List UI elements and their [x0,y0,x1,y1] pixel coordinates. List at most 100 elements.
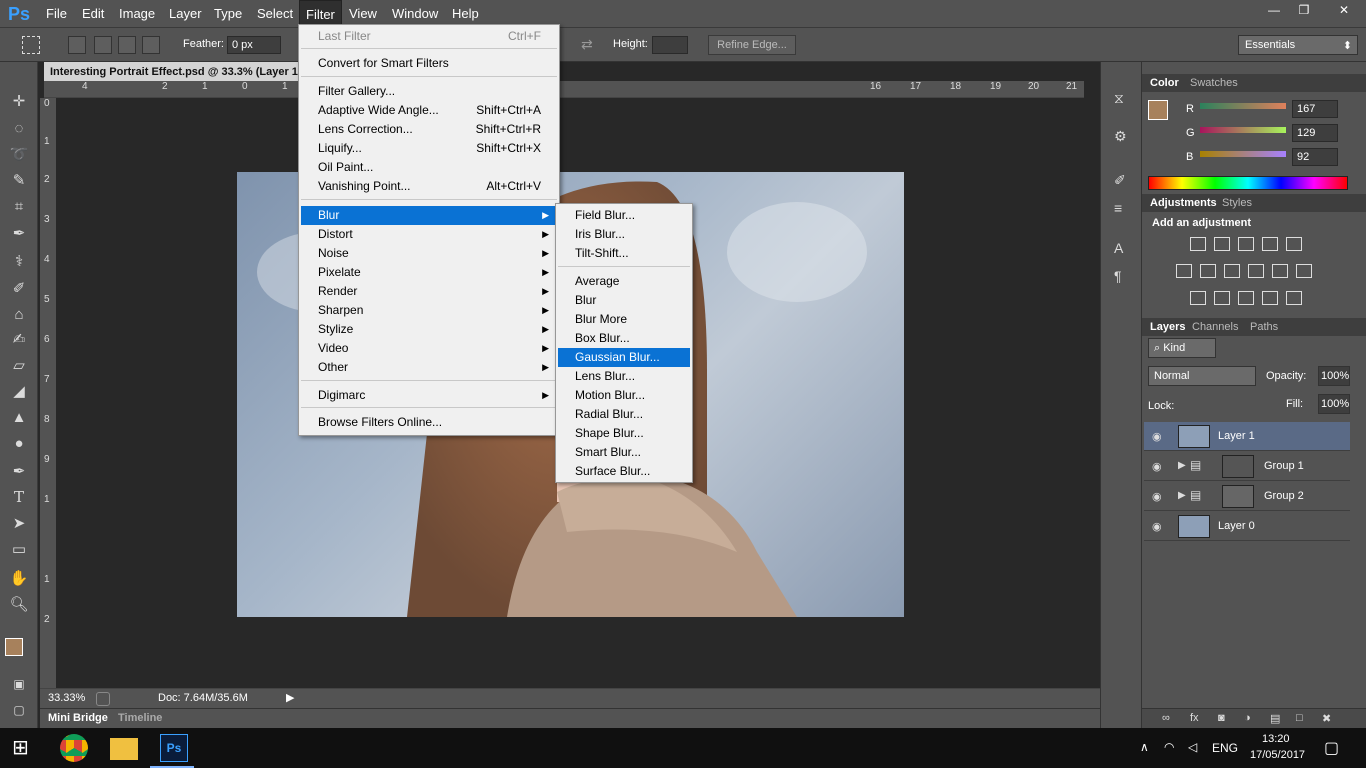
invert-icon[interactable] [1190,291,1206,305]
menu-item-liquify[interactable]: Liquify... Shift+Ctrl+X [301,139,557,158]
menu-item-sharpen[interactable]: Sharpen ▶ [301,301,557,320]
link-layers-icon[interactable]: ∞ [1162,712,1170,724]
quick-mask-icon[interactable]: ▣ [9,674,29,694]
visibility-eye-icon[interactable]: ◉ [1152,460,1166,473]
menu-item-pixelate[interactable]: Pixelate ▶ [301,263,557,282]
channel-mixer-icon[interactable] [1272,264,1288,278]
color-spectrum[interactable] [1148,176,1348,190]
menu-item-iris-blur[interactable]: Iris Blur... [558,225,690,244]
fill-input[interactable]: 100% [1318,394,1350,414]
menu-item-stylize[interactable]: Stylize ▶ [301,320,557,339]
network-icon[interactable]: ◠ [1164,740,1174,754]
hand-tool-icon[interactable]: ✋ [9,569,29,589]
menu-item-radial-blur[interactable]: Radial Blur... [558,405,690,424]
layer-row[interactable]: ◉ Layer 0 [1144,512,1350,541]
menu-layer[interactable]: Layer [163,0,208,28]
tab-timeline[interactable]: Timeline [118,712,162,724]
menu-item-render[interactable]: Render ▶ [301,282,557,301]
new-layer-icon[interactable]: □ [1296,712,1303,724]
menu-item-motion-blur[interactable]: Motion Blur... [558,386,690,405]
subtract-selection-icon[interactable] [118,36,136,54]
rectangle-tool-icon[interactable]: ▭ [9,540,29,560]
g-slider[interactable] [1200,127,1286,133]
add-selection-icon[interactable] [94,36,112,54]
clock-time[interactable]: 13:20 [1262,733,1290,745]
new-group-icon[interactable]: ▤ [1270,712,1280,725]
threshold-icon[interactable] [1238,291,1254,305]
menu-item-adaptive-wide-angle[interactable]: Adaptive Wide Angle... Shift+Ctrl+A [301,101,557,120]
black-white-icon[interactable] [1224,264,1240,278]
move-tool-icon[interactable]: ✛ [9,92,29,112]
lasso-tool-icon[interactable]: ➰ [9,145,29,165]
workspace-select[interactable]: Essentials ⬍ [1238,35,1358,55]
healing-brush-icon[interactable]: ⚕ [9,252,29,272]
tray-chevron-icon[interactable]: ∧ [1140,740,1149,754]
menu-item-noise[interactable]: Noise ▶ [301,244,557,263]
menu-item-other[interactable]: Other ▶ [301,358,557,377]
menu-item-video[interactable]: Video ▶ [301,339,557,358]
photoshop-taskbar-icon[interactable]: Ps [160,734,188,762]
tab-adjustments[interactable]: Adjustments [1150,197,1217,209]
menu-item-blur[interactable]: Blur ▶ [301,206,557,225]
refine-edge-button[interactable]: Refine Edge... [708,35,796,55]
file-explorer-icon[interactable] [110,738,138,760]
g-input[interactable]: 129 [1292,124,1338,142]
expand-arrow-icon[interactable]: ▶ [1178,460,1186,471]
height-input[interactable] [652,36,688,54]
status-menu-arrow-icon[interactable]: ▶ [286,691,294,704]
elliptical-marquee-icon[interactable]: ◌ [9,119,29,139]
stamp-tool-icon[interactable]: ⌂ [9,305,29,325]
feather-input[interactable]: 0 px [227,36,281,54]
menu-file[interactable]: File [40,0,73,28]
swap-icon[interactable]: ⇄ [581,36,593,53]
tab-mini-bridge[interactable]: Mini Bridge [48,712,108,724]
selective-color-icon[interactable] [1262,291,1278,305]
foreground-color-swatch[interactable] [5,638,23,656]
blend-mode-select[interactable]: Normal [1148,366,1256,386]
quick-selection-icon[interactable]: ✎ [9,171,29,191]
r-input[interactable]: 167 [1292,100,1338,118]
eraser-tool-icon[interactable]: ▱ [9,356,29,376]
brush-settings-icon[interactable]: ≡ [1114,200,1122,216]
opacity-input[interactable]: 100% [1318,366,1350,386]
properties-icon[interactable]: ⚙ [1114,128,1127,145]
color-lookup-icon[interactable] [1296,264,1312,278]
menu-edit[interactable]: Edit [76,0,110,28]
gradient-map-icon[interactable] [1286,291,1302,305]
tab-paths[interactable]: Paths [1250,321,1278,333]
pen-tool-icon[interactable]: ✒ [9,462,29,482]
menu-item-tilt-shift[interactable]: Tilt-Shift... [558,244,690,263]
new-adjustment-icon[interactable]: ◑ [1244,712,1251,724]
posterize-icon[interactable] [1214,291,1230,305]
intersect-selection-icon[interactable] [142,36,160,54]
document-tab[interactable]: Interesting Portrait Effect.psd @ 33.3% … [44,62,300,81]
brush-tool-icon[interactable]: ✐ [9,279,29,299]
new-selection-icon[interactable] [68,36,86,54]
menu-item-lens-correction[interactable]: Lens Correction... Shift+Ctrl+R [301,120,557,139]
chrome-icon[interactable] [60,734,88,762]
blur-tool-icon[interactable]: ▲ [9,408,29,428]
tab-channels[interactable]: Channels [1192,321,1238,333]
history-brush-icon[interactable]: ✍ [9,330,29,350]
tab-swatches[interactable]: Swatches [1190,77,1238,89]
history-icon[interactable]: ⧖ [1114,90,1124,107]
eyedropper-icon[interactable]: ✒ [9,224,29,244]
r-slider[interactable] [1200,103,1286,109]
brightness-icon[interactable] [1190,237,1206,251]
path-selection-icon[interactable]: ➤ [9,514,29,534]
crop-tool-icon[interactable]: ⌗ [9,197,29,217]
b-slider[interactable] [1200,151,1286,157]
menu-item-filter-gallery[interactable]: Filter Gallery... [301,82,557,101]
menu-type[interactable]: Type [208,0,248,28]
menu-item-browse-filters-online[interactable]: Browse Filters Online... [301,413,557,432]
menu-item-field-blur[interactable]: Field Blur... [558,206,690,225]
hue-saturation-icon[interactable] [1176,264,1192,278]
type-tool-icon[interactable]: T [9,487,29,507]
layer-style-icon[interactable]: fx [1190,712,1199,724]
menu-select[interactable]: Select [251,0,299,28]
layer-filter-kind-select[interactable]: ⌕ Kind [1148,338,1216,358]
visibility-eye-icon[interactable]: ◉ [1152,490,1166,503]
tab-layers[interactable]: Layers [1150,321,1185,333]
menu-item-surface-blur[interactable]: Surface Blur... [558,462,690,481]
menu-item-convert-smart-filters[interactable]: Convert for Smart Filters [301,54,557,73]
